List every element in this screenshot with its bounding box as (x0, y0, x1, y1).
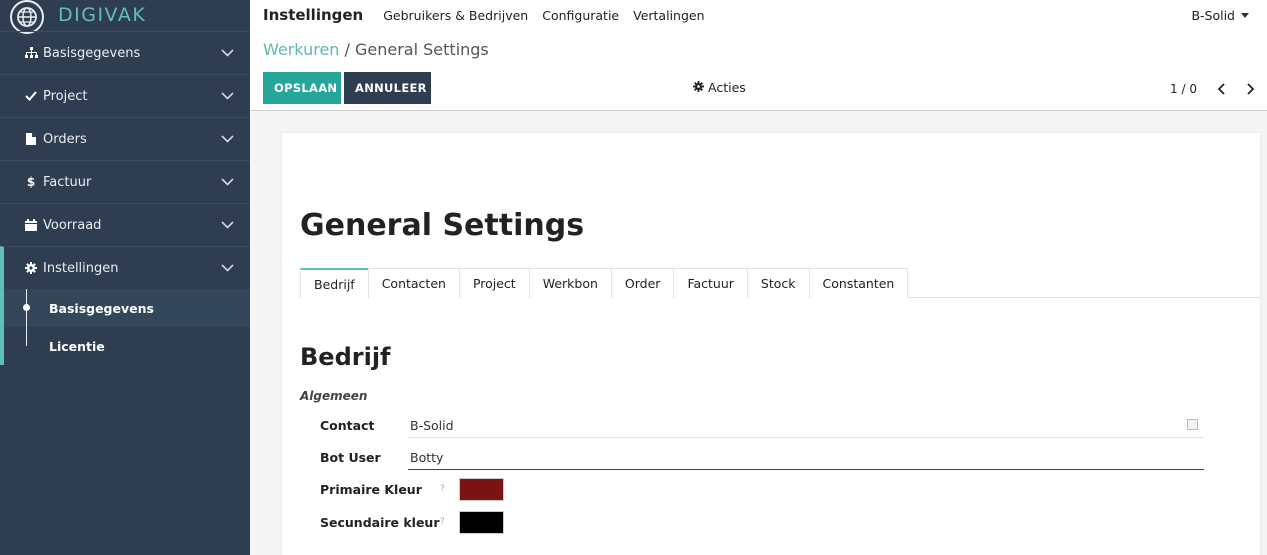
sidebar-item-basisgegevens[interactable]: Basisgegevens (0, 31, 250, 74)
sidebar-item-label: Factuur (43, 174, 92, 190)
primary-color-label: Primaire Kleur (320, 481, 422, 497)
tab-factuur[interactable]: Factuur (673, 268, 748, 298)
document-icon (24, 133, 38, 145)
breadcrumb-current: General Settings (355, 40, 489, 59)
app-title[interactable]: Instellingen (263, 6, 363, 24)
field-underline (408, 469, 1204, 470)
primary-color-field: Primaire Kleur ? (320, 475, 1204, 503)
tab-stock[interactable]: Stock (746, 268, 810, 298)
chevron-down-icon (220, 132, 234, 146)
tree-line (26, 327, 27, 346)
menu-configuratie[interactable]: Configuratie (542, 8, 619, 23)
sitemap-icon (24, 47, 38, 59)
tab-project[interactable]: Project (458, 268, 530, 298)
bot-user-field: Bot User Botty (320, 443, 1204, 471)
sidebar-subitem-licentie[interactable]: Licentie (0, 327, 250, 365)
tab-contacten[interactable]: Contacten (367, 268, 460, 298)
tab-constanten[interactable]: Constanten (808, 268, 909, 298)
pager-value: 1 / 0 (1170, 82, 1197, 96)
chevron-left-icon[interactable] (1213, 80, 1229, 98)
sidebar-subitem-basisgegevens[interactable]: Basisgegevens (0, 289, 250, 327)
sidebar-item-label: Instellingen (43, 260, 119, 276)
form-sheet: General Settings Bedrijf Contacten Proje… (282, 133, 1260, 555)
settings-tabs: Bedrijf Contacten Project Werkbon Order … (300, 268, 1260, 298)
actions-dropdown[interactable]: Acties (693, 80, 746, 95)
contact-input[interactable]: B-Solid (410, 418, 454, 433)
secondary-color-swatch[interactable] (459, 510, 504, 534)
tab-werkbon[interactable]: Werkbon (528, 268, 612, 298)
sidebar-menu: Basisgegevens Project Orders $ Factuur V… (0, 31, 250, 365)
chevron-down-icon (220, 89, 234, 103)
menu-gebruikers-bedrijven[interactable]: Gebruikers & Bedrijven (383, 8, 528, 23)
bot-user-input[interactable]: Botty (410, 450, 443, 465)
chevron-down-icon (220, 218, 234, 232)
form-content: General Settings Bedrijf Contacten Proje… (250, 111, 1267, 555)
sidebar-item-project[interactable]: Project (0, 74, 250, 117)
sidebar-subitem-label: Basisgegevens (49, 300, 154, 316)
bot-user-label: Bot User (320, 449, 381, 465)
sidebar-item-factuur[interactable]: $ Factuur (0, 160, 250, 203)
sidebar-item-label: Voorraad (43, 217, 102, 233)
tab-order[interactable]: Order (610, 268, 675, 298)
control-panel: Werkuren / General Settings OPSLAAN ANNU… (250, 30, 1267, 111)
brand[interactable]: DIGIVAK (0, 0, 250, 34)
check-icon (24, 91, 38, 101)
chevron-down-icon (220, 261, 234, 275)
sidebar-subitem-label: Licentie (49, 338, 105, 354)
sidebar-item-instellingen[interactable]: Instellingen (0, 246, 250, 289)
chevron-right-icon[interactable] (1243, 80, 1259, 98)
sidebar-item-label: Basisgegevens (43, 45, 141, 61)
breadcrumb-link[interactable]: Werkuren (263, 40, 339, 59)
group-label: Algemeen (300, 389, 368, 403)
caret-down-icon (1241, 12, 1249, 18)
gear-icon (24, 262, 38, 274)
contact-label: Contact (320, 417, 375, 433)
calendar-icon (24, 219, 38, 231)
actions-label: Acties (708, 80, 746, 95)
contact-field: Contact B-Solid (320, 411, 1204, 439)
tab-bedrijf[interactable]: Bedrijf (300, 268, 369, 298)
globe-icon (10, 0, 44, 34)
primary-color-swatch[interactable] (459, 477, 504, 501)
field-underline (408, 437, 1204, 438)
brand-name: DIGIVAK (58, 4, 147, 26)
current-indicator (23, 304, 30, 311)
secondary-color-field: Secundaire kleur ? (320, 508, 1204, 536)
page-title: General Settings (300, 208, 585, 243)
cancel-button[interactable]: ANNULEER (344, 72, 431, 104)
chevron-down-icon (220, 175, 234, 189)
company-name: B-Solid (1191, 7, 1235, 23)
company-switcher[interactable]: B-Solid (1191, 8, 1249, 23)
breadcrumb-separator: / (339, 40, 355, 59)
breadcrumb: Werkuren / General Settings (263, 40, 489, 59)
dollar-icon: $ (26, 175, 36, 189)
sidebar-item-label: Orders (43, 131, 87, 147)
sidebar-item-label: Project (43, 88, 88, 104)
sidebar: DIGIVAK Basisgegevens Project Orders $ F… (0, 0, 250, 555)
gear-icon (693, 80, 704, 95)
help-icon[interactable]: ? (440, 517, 460, 527)
sidebar-item-voorraad[interactable]: Voorraad (0, 203, 250, 246)
menu-vertalingen[interactable]: Vertalingen (633, 8, 704, 23)
secondary-color-label: Secundaire kleur (320, 514, 440, 530)
help-icon[interactable]: ? (440, 484, 460, 494)
chevron-down-icon (220, 46, 234, 60)
sidebar-item-orders[interactable]: Orders (0, 117, 250, 160)
section-title: Bedrijf (300, 343, 391, 371)
save-button[interactable]: OPSLAAN (263, 72, 341, 104)
top-navbar: Instellingen Gebruikers & Bedrijven Conf… (250, 0, 1267, 30)
external-link-icon[interactable] (1187, 419, 1198, 430)
